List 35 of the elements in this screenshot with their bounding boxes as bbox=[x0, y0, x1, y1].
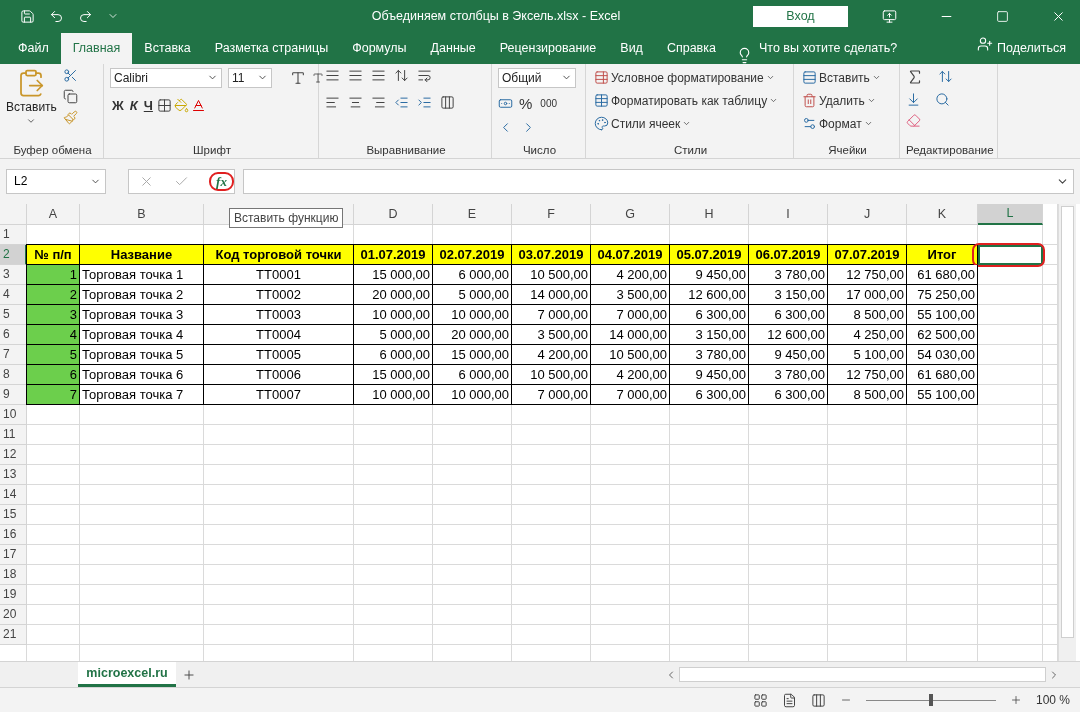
table-cell: 1 bbox=[26, 264, 80, 285]
group-label: Стили bbox=[672, 142, 709, 158]
header-cell: 05.07.2019 bbox=[669, 243, 749, 265]
header-cell: Название bbox=[79, 243, 204, 265]
table-cell: 4 bbox=[26, 324, 80, 345]
table-cell: 61 680,00 bbox=[906, 264, 978, 285]
table-cell: 61 680,00 bbox=[906, 364, 978, 385]
table-cell: 62 500,00 bbox=[906, 324, 978, 345]
table-cell: 6 bbox=[26, 364, 80, 385]
table-cell: 55 100,00 bbox=[906, 304, 978, 325]
header-cell: № п/п bbox=[26, 243, 80, 265]
header-cell: 06.07.2019 bbox=[748, 243, 828, 265]
table-cell: 3 bbox=[26, 304, 80, 325]
table-cell: 7 bbox=[26, 384, 80, 405]
header-cell: 02.07.2019 bbox=[432, 243, 512, 265]
table-cell: 75 250,00 bbox=[906, 284, 978, 305]
table-cell: 55 100,00 bbox=[906, 384, 978, 405]
group-label: Редактирование bbox=[906, 142, 993, 158]
header-cell: Код торговой точки bbox=[203, 243, 354, 265]
group-label: Буфер обмена bbox=[12, 142, 93, 158]
header-cell: 07.07.2019 bbox=[827, 243, 907, 265]
table-cell: 54 030,00 bbox=[906, 344, 978, 365]
window-title: Объединяем столбцы в Эксель.xlsx - Excel bbox=[370, 9, 622, 24]
table-cell: 5 bbox=[26, 344, 80, 365]
group-label: Число bbox=[521, 142, 558, 158]
header-cell: Итог bbox=[906, 243, 978, 265]
zoom-level: 100 % bbox=[1035, 693, 1070, 707]
header-cell: 01.07.2019 bbox=[353, 243, 433, 265]
group-label: Шрифт bbox=[192, 142, 232, 158]
group-label: Выравнивание bbox=[365, 142, 447, 158]
table-cell: 2 bbox=[26, 284, 80, 305]
header-cell: 04.07.2019 bbox=[590, 243, 670, 265]
tooltip: Вставить функцию bbox=[229, 207, 344, 228]
header-cell: 03.07.2019 bbox=[511, 243, 591, 265]
group-label: Ячейки bbox=[827, 142, 868, 158]
